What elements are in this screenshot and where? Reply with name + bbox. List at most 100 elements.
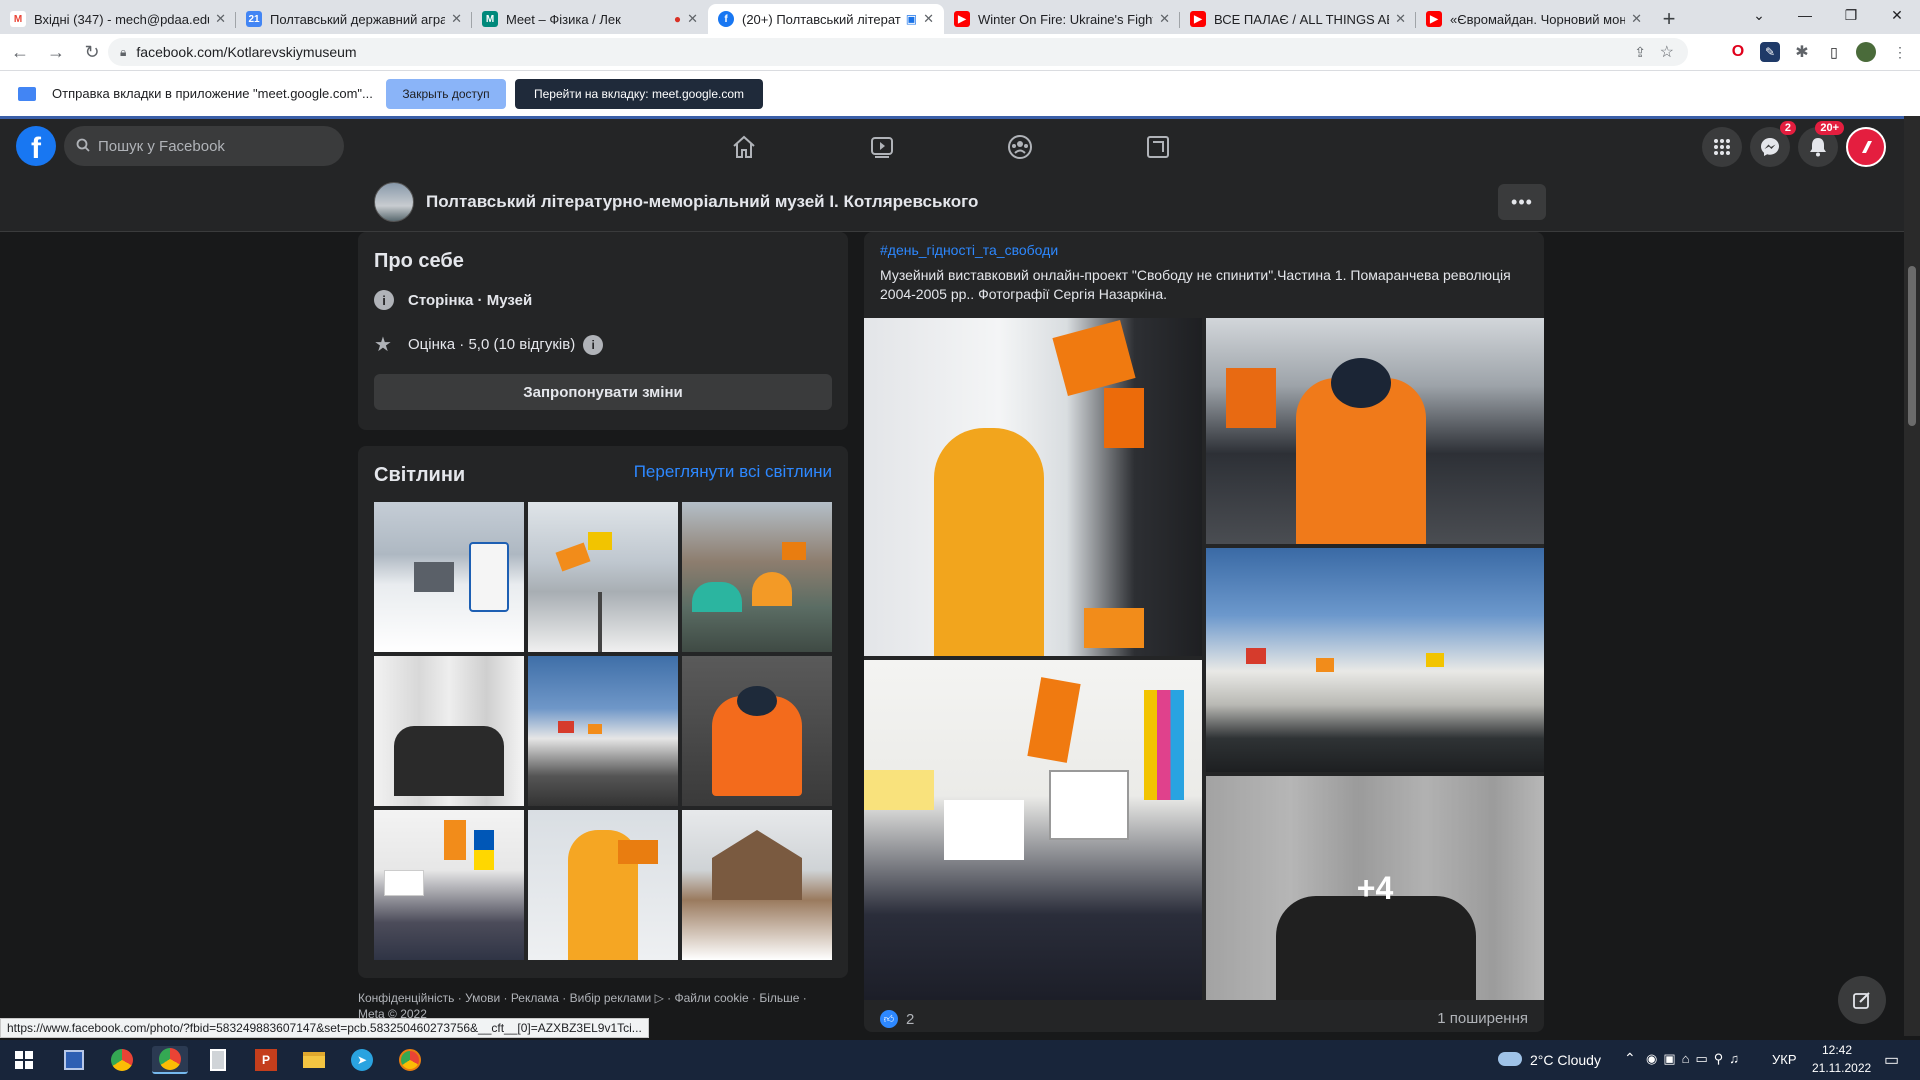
facebook-icon: f xyxy=(718,11,734,27)
messenger-icon[interactable]: 2 xyxy=(1750,121,1796,167)
lock-icon[interactable]: 🔒︎ xyxy=(120,45,126,60)
browser-tab[interactable]: M Meet – Фізика / Лек ● ✕ xyxy=(472,4,708,34)
clock-time[interactable]: 12:42 xyxy=(1822,1043,1852,1057)
page-avatar[interactable] xyxy=(374,182,414,222)
chrome-icon[interactable] xyxy=(392,1046,428,1074)
post-photo[interactable] xyxy=(864,660,1202,1000)
tab-search-icon[interactable]: ⌄ xyxy=(1736,0,1782,30)
stop-sharing-button[interactable]: Закрыть доступ xyxy=(386,79,506,109)
close-tab-icon[interactable]: ✕ xyxy=(215,11,226,27)
tray-app-icons[interactable]: ◉▣⌂▭⚲♫ xyxy=(1646,1051,1745,1067)
account-avatar[interactable] xyxy=(1846,127,1886,167)
chrome-icon[interactable] xyxy=(104,1046,140,1074)
post-photo[interactable]: +4 xyxy=(1206,776,1544,1000)
photo-thumbnail[interactable] xyxy=(374,502,524,652)
home-icon[interactable] xyxy=(724,129,764,165)
more-options-button[interactable]: ••• xyxy=(1498,184,1546,220)
url-text: facebook.com/Kotlarevskiymuseum xyxy=(136,44,357,60)
file-explorer-icon[interactable] xyxy=(296,1046,332,1074)
new-message-button[interactable] xyxy=(1838,976,1886,1024)
url-input[interactable]: 🔒︎ facebook.com/Kotlarevskiymuseum ⇪ ☆ xyxy=(108,38,1688,66)
chrome-icon[interactable] xyxy=(152,1046,188,1074)
browser-tab-active[interactable]: f (20+) Полтавський літерат ▣ ✕ xyxy=(708,4,944,34)
profile-avatar[interactable] xyxy=(1856,42,1876,62)
post-photo[interactable] xyxy=(1206,548,1544,772)
tab-title: Вхідні (347) - mech@pdaa.edu. xyxy=(34,11,210,27)
post-photo[interactable] xyxy=(1206,318,1544,544)
browser-tab[interactable]: ▶ «Євромайдан. Чорновий монт ✕ xyxy=(1416,4,1652,34)
extensions-puzzle-icon[interactable]: ✱ xyxy=(1792,42,1812,62)
page-scrollbar[interactable] xyxy=(1904,116,1920,1036)
page-title[interactable]: Полтавський літературно-меморіальний муз… xyxy=(426,192,978,212)
post-photo[interactable] xyxy=(864,318,1202,656)
share-icon[interactable]: ⇪ xyxy=(1634,44,1646,61)
new-tab-button[interactable]: + xyxy=(1652,4,1686,34)
photo-thumbnail[interactable] xyxy=(528,656,678,806)
photo-thumbnail[interactable] xyxy=(682,656,832,806)
scrollbar-thumb[interactable] xyxy=(1908,266,1916,426)
browser-menu-icon[interactable]: ⋮ xyxy=(1890,42,1910,62)
weather-icon[interactable] xyxy=(1498,1052,1522,1066)
close-window-icon[interactable]: ✕ xyxy=(1874,0,1920,30)
weather-text[interactable]: 2°C Cloudy xyxy=(1530,1052,1601,1068)
side-panel-icon[interactable]: ▯ xyxy=(1824,42,1844,62)
close-tab-icon[interactable]: ✕ xyxy=(1631,11,1642,27)
browser-tab[interactable]: ▶ ВСЕ ПАЛАЄ / ALL THINGS ABLA ✕ xyxy=(1180,4,1416,34)
calendar-icon: 21 xyxy=(246,11,262,27)
footer-links[interactable]: Конфіденційність · Умови · Реклама · Виб… xyxy=(358,990,848,1006)
tray-chevron-icon[interactable]: ⌃ xyxy=(1624,1050,1636,1067)
telegram-icon[interactable]: ➤ xyxy=(344,1046,380,1074)
close-tab-icon[interactable]: ✕ xyxy=(1159,11,1170,27)
restore-icon[interactable]: ❐ xyxy=(1828,0,1874,30)
bookmark-star-icon[interactable]: ☆ xyxy=(1660,42,1674,62)
photo-thumbnail[interactable] xyxy=(374,810,524,960)
rating-info-icon[interactable]: i xyxy=(583,334,604,355)
messenger-badge: 2 xyxy=(1779,121,1796,135)
facebook-logo[interactable]: f xyxy=(16,126,56,166)
photo-thumbnail[interactable] xyxy=(528,810,678,960)
more-photos-overlay[interactable]: +4 xyxy=(1206,776,1544,1000)
notifications-bell-icon[interactable]: 20+ xyxy=(1798,121,1844,167)
browser-tab[interactable]: 21 Полтавський державний аграр ✕ xyxy=(236,4,472,34)
photo-thumbnail[interactable] xyxy=(374,656,524,806)
extension-icon[interactable]: ✎ xyxy=(1760,42,1780,62)
switch-to-tab-button[interactable]: Перейти на вкладку: meet.google.com xyxy=(515,79,763,109)
browser-tab[interactable]: M Вхідні (347) - mech@pdaa.edu. ✕ xyxy=(0,4,236,34)
close-tab-icon[interactable]: ✕ xyxy=(687,11,698,27)
about-category-row: i Сторінка · Музей xyxy=(374,290,532,310)
action-center-icon[interactable]: ▭ xyxy=(1884,1050,1899,1070)
opera-extension-icon[interactable]: O xyxy=(1728,42,1748,62)
suggest-edits-button[interactable]: Запропонувати зміни xyxy=(374,374,832,410)
forward-icon[interactable]: → xyxy=(40,36,72,68)
post-hashtag[interactable]: #день_гідності_та_свободи xyxy=(880,242,1058,258)
back-icon[interactable]: ← xyxy=(4,36,36,68)
windows-start-icon[interactable] xyxy=(6,1046,42,1074)
youtube-icon: ▶ xyxy=(1190,11,1206,27)
reactions-summary[interactable]: 👍︎ 2 xyxy=(880,1010,914,1028)
shares-count[interactable]: 1 поширення xyxy=(1437,1010,1528,1027)
minimize-icon[interactable]: — xyxy=(1782,0,1828,30)
close-tab-icon[interactable]: ✕ xyxy=(1395,11,1406,27)
clock-date[interactable]: 21.11.2022 xyxy=(1812,1061,1871,1075)
search-input[interactable]: Пошук у Facebook xyxy=(64,126,344,166)
keyboard-language[interactable]: УКР xyxy=(1772,1052,1797,1067)
watch-icon[interactable] xyxy=(862,129,902,165)
browser-tab[interactable]: ▶ Winter On Fire: Ukraine's Fight f ✕ xyxy=(944,4,1180,34)
photo-thumbnail[interactable] xyxy=(682,810,832,960)
see-all-photos-link[interactable]: Переглянути всі світлини xyxy=(634,462,832,482)
save-app-icon[interactable] xyxy=(56,1046,92,1074)
gaming-icon[interactable] xyxy=(1138,129,1178,165)
tab-title: (20+) Полтавський літерат xyxy=(742,11,901,27)
tab-sharing-infobar: Отправка вкладки в приложение "meet.goog… xyxy=(0,70,1920,116)
menu-grid-icon[interactable] xyxy=(1702,127,1742,167)
close-tab-icon[interactable]: ✕ xyxy=(923,11,934,27)
photo-thumbnail[interactable] xyxy=(528,502,678,652)
photo-thumbnail[interactable] xyxy=(682,502,832,652)
reload-icon[interactable]: ↻ xyxy=(76,36,108,68)
close-tab-icon[interactable]: ✕ xyxy=(451,11,462,27)
tab-title: ВСЕ ПАЛАЄ / ALL THINGS ABLA xyxy=(1214,11,1389,27)
tab-title: Полтавський державний аграр xyxy=(270,11,446,27)
calculator-icon[interactable] xyxy=(200,1046,236,1074)
powerpoint-icon[interactable]: P xyxy=(248,1046,284,1074)
groups-icon[interactable] xyxy=(1000,129,1040,165)
